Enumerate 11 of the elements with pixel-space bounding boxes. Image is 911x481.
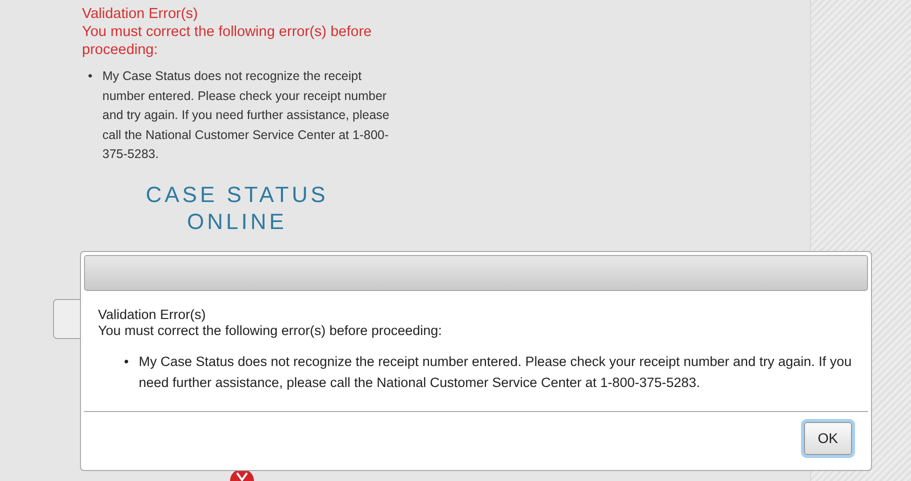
ok-button[interactable]: OK [804, 422, 852, 455]
error-title: Validation Error(s) [82, 5, 199, 23]
dialog-error-title: Validation Error(s) [98, 307, 207, 323]
dialog-error-message: You must correct the following error(s) before proceeding: [98, 323, 443, 339]
page-heading: CASE STATUS [144, 180, 330, 208]
page-heading: ONLINE [186, 208, 288, 234]
dialog-error-item: My Case Status does not recognize the receipt number entered. Please check your receipt number and try again. If you need further assistance, please call the National Customer Service Center at 1-800-375-5283. [138, 353, 853, 392]
error-message: You must correct the following error(s) before proceeding: [82, 23, 373, 59]
bullet: • [88, 68, 92, 85]
bullet: • [124, 353, 129, 371]
error-item: My Case Status does not recognize the receipt number entered. Please check your receipt number and try again. If you need further assistance, please call the National Customer Service Center at 1-800-375-5283. [102, 68, 390, 163]
